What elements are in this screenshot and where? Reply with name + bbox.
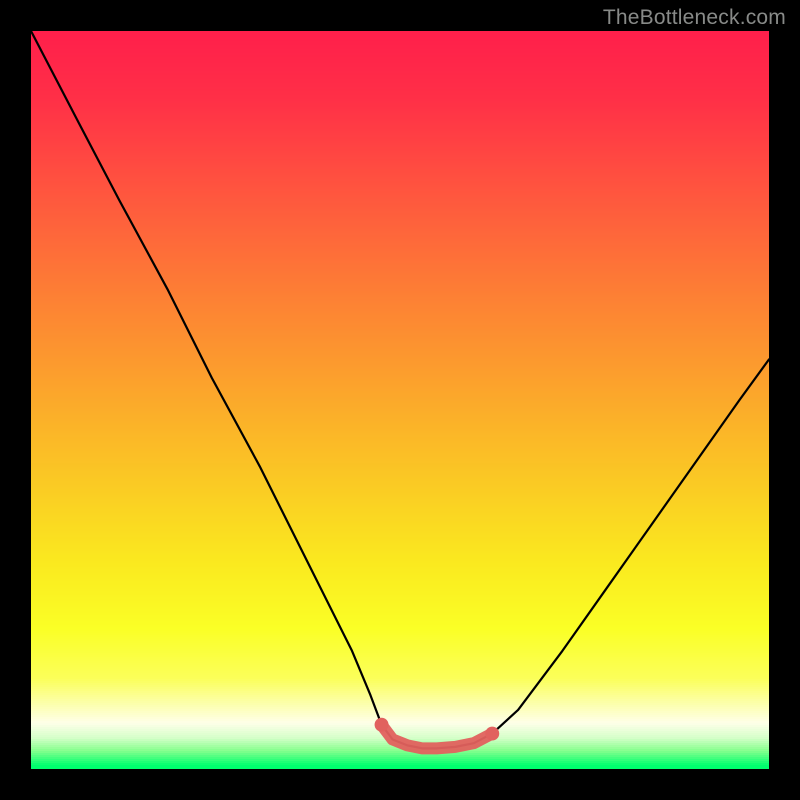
chart-stage: TheBottleneck.com (0, 0, 800, 800)
highlight-cap-right (485, 727, 499, 741)
highlight-band (382, 725, 493, 749)
watermark-text: TheBottleneck.com (603, 6, 786, 30)
plot-area (31, 31, 769, 769)
bottleneck-curve (31, 31, 769, 748)
curve-overlay (31, 31, 769, 769)
highlight-cap-left (375, 718, 389, 732)
